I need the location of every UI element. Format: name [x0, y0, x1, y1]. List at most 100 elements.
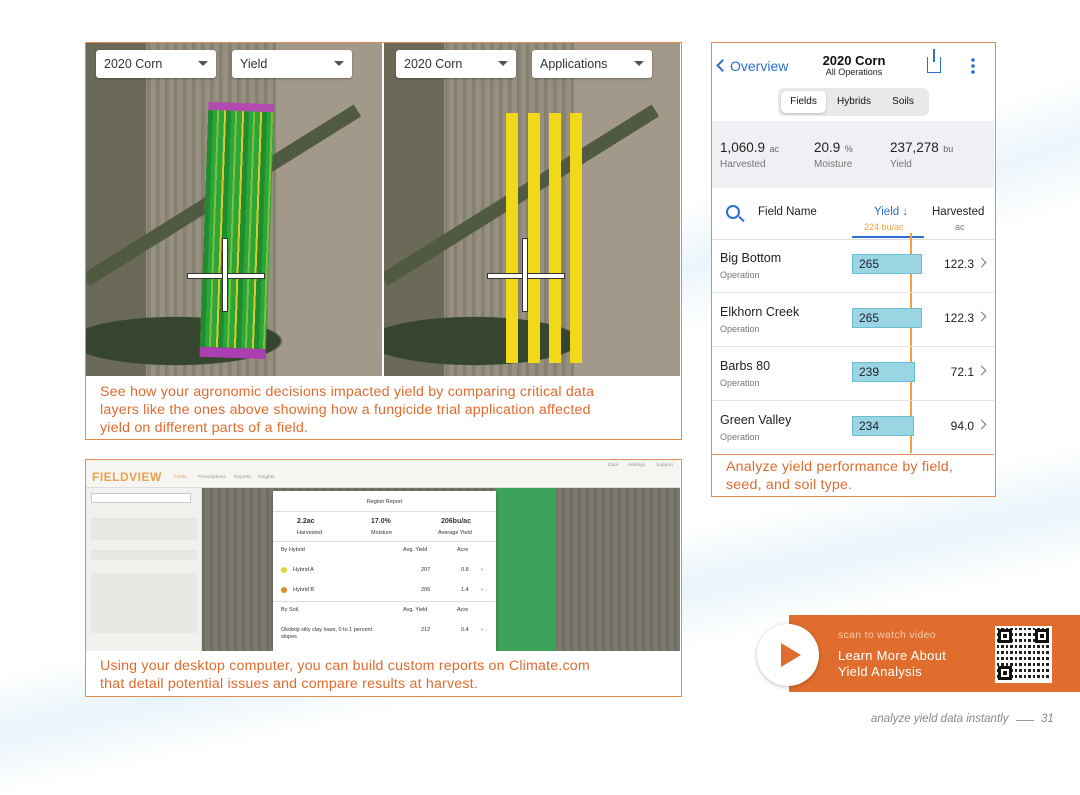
col-harvested[interactable]: Harvested [932, 206, 984, 218]
nav-insights[interactable]: Insights [258, 475, 275, 480]
hybrid-name: Hybrid A [293, 567, 314, 573]
more-icon[interactable] [971, 57, 975, 75]
layer-dropdown[interactable]: Applications [532, 50, 652, 78]
weather-row [91, 550, 197, 560]
col-field-name[interactable]: Field Name [758, 206, 817, 218]
region-report-card: Region Report 2.2ac Harvested 17.0% Mois… [273, 491, 496, 651]
back-button[interactable]: Overview [716, 58, 788, 74]
hybrid-acre: 0.8 [461, 567, 469, 573]
report-title: Region Report [366, 499, 403, 505]
stat-value: 20.9 [814, 140, 841, 155]
qr-code-icon[interactable] [995, 626, 1052, 683]
table-row[interactable]: Elkhorn Creek Operation 265 122.3 [712, 293, 994, 347]
field-summary [91, 518, 197, 540]
harvested-value: 94.0 [950, 419, 974, 433]
nav-data[interactable]: Data [608, 463, 618, 468]
hybrid-yield: 206 [421, 587, 431, 593]
nav-prescriptions[interactable]: Prescriptions [198, 475, 226, 480]
crop-dropdown-value: 2020 Corn [104, 57, 163, 71]
chevron-right-icon [976, 419, 987, 430]
tab-hybrids[interactable]: Hybrids [829, 91, 879, 113]
mobile-header: Overview 2020 Corn All Operations Fields… [712, 43, 994, 121]
desktop-report-panel: FIELDVIEW Fields Prescriptions Reports I… [85, 459, 682, 697]
caption-line: layers like the ones above showing how a… [100, 402, 591, 418]
application-strip [570, 113, 582, 363]
map-caption: See how your agronomic decisions impacte… [100, 383, 594, 437]
report-stat-label: Moisture [371, 530, 393, 536]
layer-dropdown-value: Yield [240, 57, 268, 71]
field-name: Big Bottom [720, 251, 782, 265]
table-row[interactable]: Big Bottom Operation 265 122.3 [712, 239, 994, 293]
by-hybrid-header[interactable]: By Hybrid [281, 547, 305, 553]
desktop-screenshot: FIELDVIEW Fields Prescriptions Reports I… [86, 460, 680, 651]
avg-yield-label: 224 bu/ac [864, 222, 904, 232]
yield-layer-overlay [199, 101, 275, 360]
mobile-caption: Analyze yield performance by field, seed… [726, 458, 953, 494]
chevron-right-icon [976, 311, 987, 322]
stat-label: Harvested [720, 159, 766, 170]
chevron-right-icon[interactable]: › [481, 627, 483, 633]
arrow-down-icon: ↓ [902, 206, 909, 218]
chevron-right-icon[interactable]: › [481, 567, 483, 573]
caret-down-icon [498, 61, 508, 66]
col-acre: Acre [457, 607, 469, 613]
hybrid-acre: 1.4 [461, 587, 469, 593]
yield-bar: 265 [852, 308, 922, 328]
share-icon[interactable] [927, 49, 941, 73]
yield-bar: 265 [852, 254, 922, 274]
crop-dropdown[interactable]: 2020 Corn [96, 50, 216, 78]
stat-moisture: 20.9 % Moisture [814, 139, 853, 170]
nav-settings[interactable]: Settings [628, 463, 645, 468]
page-number: 31 [1041, 713, 1054, 725]
by-soil-header[interactable]: By Soil [281, 607, 298, 613]
nav-reports[interactable]: Reports [234, 475, 251, 480]
desktop-sidebar [86, 488, 202, 651]
yield-map[interactable]: 2020 Corn Yield [86, 43, 382, 376]
col-yield[interactable]: Yield ↓ [874, 206, 908, 218]
layer-dropdown-value: Applications [540, 57, 608, 71]
desktop-map-layer [496, 488, 556, 651]
harvested-value: 122.3 [943, 257, 974, 271]
hybrid-color-dot [281, 567, 287, 573]
application-strip [506, 113, 518, 363]
nav-fields[interactable]: Fields [174, 475, 187, 480]
yield-bar: 239 [852, 362, 915, 382]
field-name: Elkhorn Creek [720, 305, 800, 319]
page-title: 2020 Corn [822, 53, 886, 68]
report-stat-label: Harvested [297, 530, 323, 536]
footer-text: analyze yield data instantly [871, 713, 1009, 725]
chevron-left-icon [716, 59, 729, 72]
field-operation: Operation [720, 378, 760, 388]
col-acre: Acre [457, 547, 469, 553]
soil-name: Okoboji silty clay loam, 0 to 1 percent … [281, 627, 373, 640]
report-stat-value: 206bu/ac [441, 518, 471, 525]
crosshair-icon [223, 239, 227, 311]
table-row[interactable]: Green Valley Operation 234 94.0 [712, 401, 994, 455]
tab-soils[interactable]: Soils [880, 91, 926, 113]
layer-dropdown[interactable]: Yield [232, 50, 352, 78]
search-icon[interactable] [726, 205, 740, 219]
map-pair: 2020 Corn Yield 2020 Corn Applications [86, 43, 680, 376]
map-comparison-panel: 2020 Corn Yield 2020 Corn Applications S… [85, 42, 682, 440]
yield-bar: 234 [852, 416, 914, 436]
cta-kicker: scan to watch video [838, 629, 936, 641]
planting-details [91, 573, 197, 633]
table-row[interactable]: Barbs 80 Operation 239 72.1 [712, 347, 994, 401]
caption-line: See how your agronomic decisions impacte… [100, 384, 595, 400]
field-selector[interactable] [91, 493, 191, 503]
field-name: Barbs 80 [720, 359, 771, 373]
caption-line: seed, and soil type. [726, 477, 853, 493]
soil-yield: 212 [421, 627, 431, 633]
field-operation: Operation [720, 324, 760, 334]
nav-support[interactable]: Support [656, 463, 673, 468]
col-yield-label: Yield [874, 206, 900, 218]
application-strip [549, 113, 561, 363]
report-stat-value: 2.2ac [297, 518, 315, 525]
chevron-right-icon[interactable]: › [481, 587, 483, 593]
crop-dropdown[interactable]: 2020 Corn [396, 50, 516, 78]
tab-fields[interactable]: Fields [781, 91, 826, 113]
play-icon[interactable] [757, 624, 819, 686]
cta-line-1: Learn More About [838, 648, 947, 663]
applications-map[interactable]: 2020 Corn Applications [384, 43, 680, 376]
caption-line: Using your desktop computer, you can bui… [100, 658, 590, 674]
